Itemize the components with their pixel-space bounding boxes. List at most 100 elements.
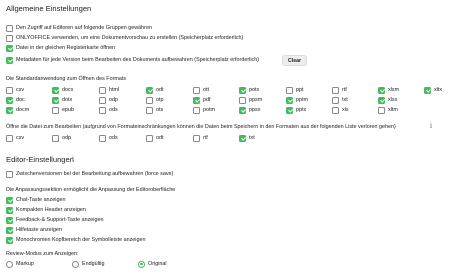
checkbox[interactable]	[6, 134, 13, 142]
format-option[interactable]: pptm	[286, 96, 308, 104]
format-label: xlsm	[388, 87, 400, 93]
checkbox[interactable]	[378, 96, 385, 104]
checkbox[interactable]	[378, 86, 385, 94]
format-option[interactable]: docx	[52, 86, 73, 94]
review-mode-original[interactable]: Original	[138, 260, 167, 268]
format-option[interactable]: xlsm	[378, 86, 399, 94]
format-option[interactable]: potm	[193, 106, 215, 114]
checkbox[interactable]	[6, 96, 13, 104]
checkbox[interactable]	[193, 106, 200, 114]
radio-button[interactable]	[72, 260, 79, 268]
checkbox[interactable]	[193, 86, 200, 94]
info-icon[interactable]: i	[428, 122, 434, 130]
checkbox[interactable]	[52, 96, 59, 104]
checkbox[interactable]	[6, 56, 13, 64]
checkbox[interactable]	[99, 134, 106, 142]
format-option[interactable]: rtf	[332, 86, 347, 94]
checkbox[interactable]	[6, 226, 13, 234]
checkbox[interactable]	[146, 96, 153, 104]
checkbox[interactable]	[6, 44, 13, 52]
radio-button[interactable]	[138, 260, 145, 268]
format-label: docx	[62, 87, 74, 93]
option-force-save[interactable]: Zwischenversionen bei der Bearbeitung au…	[6, 170, 173, 178]
format-option[interactable]: pptx	[286, 106, 306, 114]
format-option[interactable]: ods	[99, 106, 118, 114]
info-icon[interactable]: i	[70, 155, 76, 163]
format-option[interactable]: ott	[193, 86, 209, 94]
format-option[interactable]: odp	[99, 96, 118, 104]
checkbox[interactable]	[332, 106, 339, 114]
checkbox[interactable]	[6, 86, 13, 94]
format-option[interactable]: xlsx	[378, 96, 397, 104]
checkbox[interactable]	[146, 86, 153, 94]
option-feedback[interactable]: Feedback-& Support-Taste anzeigen	[6, 216, 104, 224]
checkbox[interactable]	[193, 96, 200, 104]
checkbox[interactable]	[52, 134, 59, 142]
format-option[interactable]: txt	[332, 96, 348, 104]
checkbox[interactable]	[193, 134, 200, 142]
checkbox[interactable]	[6, 170, 13, 178]
format-option[interactable]: xls	[332, 106, 349, 114]
checkbox[interactable]	[378, 106, 385, 114]
edit-format-option[interactable]: txt	[239, 134, 255, 142]
edit-format-option[interactable]: ods	[99, 134, 118, 142]
edit-format-option[interactable]: csv	[6, 134, 24, 142]
checkbox[interactable]	[6, 236, 13, 244]
format-option[interactable]: ppt	[286, 86, 304, 94]
format-option[interactable]: pdf	[193, 96, 211, 104]
option-metadata[interactable]: Metadaten für jede Version beim Bearbeit…	[6, 56, 259, 64]
option-group-access[interactable]: Den Zugriff auf Editoren auf folgende Gr…	[6, 24, 152, 32]
clear-button[interactable]: Clear	[282, 55, 307, 66]
edit-format-option[interactable]: odp	[52, 134, 71, 142]
format-option[interactable]: doc	[6, 96, 25, 104]
edit-format-option[interactable]: odt	[146, 134, 164, 142]
checkbox[interactable]	[146, 106, 153, 114]
review-mode-markup[interactable]: Markup	[6, 260, 34, 268]
format-option[interactable]: docm	[6, 106, 29, 114]
format-option[interactable]: dotx	[52, 96, 72, 104]
checkbox[interactable]	[146, 134, 153, 142]
checkbox[interactable]	[6, 216, 13, 224]
edit-format-option[interactable]: rtf	[193, 134, 208, 142]
checkbox[interactable]	[6, 34, 13, 42]
checkbox[interactable]	[239, 86, 246, 94]
radio-button[interactable]	[6, 260, 13, 268]
option-same-tab[interactable]: Datei in der gleichen Registerkarte öffn…	[6, 44, 115, 52]
option-help[interactable]: Hilfetaste anzeigen	[6, 226, 62, 234]
format-option[interactable]: ppsm	[239, 96, 262, 104]
checkbox[interactable]	[99, 86, 106, 94]
format-option[interactable]: ppsx	[239, 106, 260, 114]
checkbox[interactable]	[6, 24, 13, 32]
checkbox[interactable]	[99, 96, 106, 104]
format-option[interactable]: ots	[146, 106, 163, 114]
format-option[interactable]: odt	[146, 86, 164, 94]
format-option[interactable]: xltx	[424, 86, 442, 94]
option-monochrome[interactable]: Monochromen Kopfbereich der Symbolleiste…	[6, 236, 145, 244]
checkbox[interactable]	[239, 106, 246, 114]
review-mode-final[interactable]: Endgültig	[72, 260, 104, 268]
checkbox[interactable]	[6, 196, 13, 204]
checkbox[interactable]	[52, 86, 59, 94]
format-option[interactable]: otp	[146, 96, 164, 104]
checkbox[interactable]	[332, 86, 339, 94]
checkbox[interactable]	[99, 106, 106, 114]
option-chat[interactable]: Chat-Taste anzeigen	[6, 196, 65, 204]
format-option[interactable]: xltm	[378, 106, 398, 114]
format-option[interactable]: epub	[52, 106, 74, 114]
option-preview[interactable]: ONLYOFFICE verwenden, um eine Dokumentvo…	[6, 34, 243, 42]
checkbox[interactable]	[332, 96, 339, 104]
checkbox[interactable]	[286, 86, 293, 94]
format-option[interactable]: potx	[239, 86, 259, 94]
checkbox[interactable]	[239, 96, 246, 104]
option-label: Chat-Taste anzeigen	[16, 197, 66, 203]
option-compact-header[interactable]: Kompakten Header anzeigen	[6, 206, 86, 214]
format-option[interactable]: html	[99, 86, 119, 94]
checkbox[interactable]	[52, 106, 59, 114]
checkbox[interactable]	[6, 206, 13, 214]
checkbox[interactable]	[286, 96, 293, 104]
checkbox[interactable]	[239, 134, 246, 142]
checkbox[interactable]	[424, 86, 431, 94]
format-option[interactable]: csv	[6, 86, 24, 94]
checkbox[interactable]	[286, 106, 293, 114]
checkbox[interactable]	[6, 106, 13, 114]
